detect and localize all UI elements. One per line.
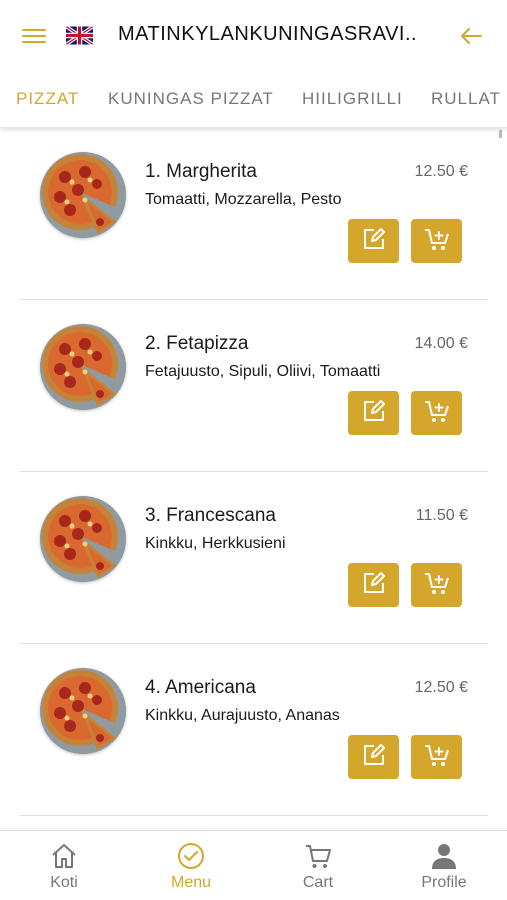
edit-item-button[interactable] — [348, 563, 399, 607]
nav-label: Koti — [50, 874, 78, 891]
cart-plus-icon — [423, 570, 451, 601]
cart-icon — [303, 841, 333, 871]
page-title: MATINKYLANKUNINGASRAVI... — [118, 23, 418, 45]
tab-pizzat[interactable]: PIZZAT — [16, 89, 79, 109]
arrow-left-icon[interactable] — [457, 22, 485, 50]
edit-item-button[interactable] — [348, 391, 399, 435]
pizza-image — [40, 324, 126, 410]
nav-label: Menu — [170, 874, 212, 891]
edit-icon — [361, 226, 387, 257]
pizza-image — [40, 152, 126, 238]
scrollbar[interactable] — [499, 130, 502, 138]
edit-item-button[interactable] — [348, 735, 399, 779]
edit-item-button[interactable] — [348, 219, 399, 263]
tab-rullat[interactable]: RULLAT — [431, 89, 501, 109]
item-name: 4. Americana — [145, 677, 256, 698]
item-price: 12.50 € — [414, 679, 468, 696]
nav-item-profile[interactable]: Profile — [381, 831, 507, 900]
uk-flag-icon[interactable] — [66, 26, 93, 45]
edit-icon — [361, 398, 387, 429]
cart-plus-icon — [423, 226, 451, 257]
tab-hiiligrilli[interactable]: HIILIGRILLI — [302, 89, 403, 109]
menu-item-card: 1. Margherita 12.50 € Tomaatti, Mozzarel… — [20, 128, 488, 300]
check-circle-icon — [176, 841, 206, 871]
nav-item-menu[interactable]: Menu — [128, 831, 254, 900]
add-to-cart-button[interactable] — [411, 391, 462, 435]
item-name: 3. Francescana — [145, 505, 276, 526]
edit-icon — [361, 742, 387, 773]
nav-item-cart[interactable]: Cart — [255, 831, 381, 900]
category-tabs: PIZZAT KUNINGAS PIZZAT HIILIGRILLI RULLA… — [0, 70, 507, 128]
pizza-image — [40, 668, 126, 754]
pizza-image — [40, 496, 126, 582]
item-name: 1. Margherita — [145, 161, 257, 182]
edit-icon — [361, 570, 387, 601]
app-bar: MATINKYLANKUNINGASRAVI... — [0, 0, 507, 70]
item-description: Kinkku, Herkkusieni — [145, 535, 286, 552]
item-price: 14.00 € — [414, 335, 468, 352]
tab-kuningas-pizzat[interactable]: KUNINGAS PIZZAT — [108, 89, 274, 109]
item-description: Fetajuusto, Sipuli, Oliivi, Tomaatti — [145, 363, 381, 380]
item-price: 11.50 € — [415, 507, 468, 524]
menu-item-card: 3. Francescana 11.50 € Kinkku, Herkkusie… — [20, 472, 488, 644]
add-to-cart-button[interactable] — [411, 219, 462, 263]
menu-list[interactable]: 1. Margherita 12.50 € Tomaatti, Mozzarel… — [0, 128, 507, 830]
item-description: Tomaatti, Mozzarella, Pesto — [145, 191, 342, 208]
add-to-cart-button[interactable] — [411, 735, 462, 779]
nav-label: Cart — [302, 874, 334, 891]
nav-item-koti[interactable]: Koti — [1, 831, 127, 900]
hamburger-menu-icon[interactable] — [20, 25, 48, 47]
item-name: 2. Fetapizza — [145, 333, 249, 354]
add-to-cart-button[interactable] — [411, 563, 462, 607]
item-price: 12.50 € — [414, 163, 468, 180]
item-description: Kinkku, Aurajuusto, Ananas — [145, 707, 340, 724]
cart-plus-icon — [423, 742, 451, 773]
menu-item-card: 4. Americana 12.50 € Kinkku, Aurajuusto,… — [20, 644, 488, 816]
bottom-navigation: Koti Menu Cart Profile — [0, 830, 507, 900]
home-icon — [49, 841, 79, 871]
menu-item-card: 2. Fetapizza 14.00 € Fetajuusto, Sipuli,… — [20, 300, 488, 472]
person-icon — [429, 841, 459, 871]
cart-plus-icon — [423, 398, 451, 429]
nav-label: Profile — [421, 874, 467, 891]
